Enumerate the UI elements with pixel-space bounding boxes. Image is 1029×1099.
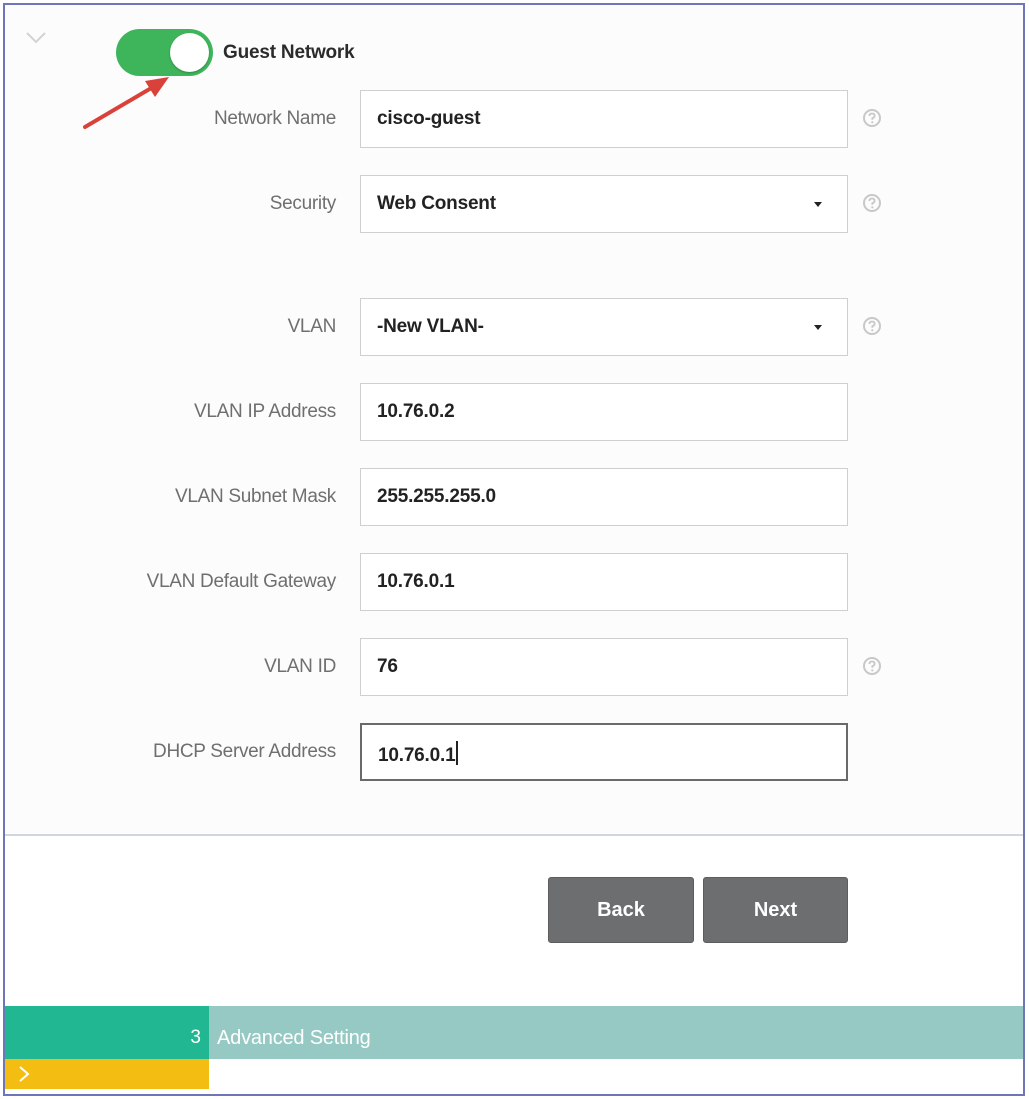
section-divider [5, 834, 1023, 836]
dropdown-caret-icon [814, 202, 822, 207]
help-icon[interactable] [862, 193, 882, 213]
guest-network-label: Guest Network [223, 42, 355, 63]
vlan-subnet-input[interactable]: 255.255.255.0 [360, 468, 848, 526]
guest-network-panel: Guest Network Network Name cisco-guest S… [5, 5, 1023, 833]
network-name-label: Network Name [213, 108, 336, 129]
vlan-id-input[interactable]: 76 [360, 638, 848, 696]
vlan-id-label: VLAN ID [264, 656, 336, 677]
vlan-ip-label: VLAN IP Address [194, 401, 336, 422]
help-icon[interactable] [862, 108, 882, 128]
help-icon[interactable] [862, 656, 882, 676]
guest-network-toggle[interactable] [116, 29, 213, 76]
security-row: Security Web Consent [5, 175, 1023, 233]
back-button[interactable]: Back [548, 877, 694, 943]
vlan-id-row: VLAN ID 76 [5, 638, 1023, 696]
next-button[interactable]: Next [703, 877, 848, 943]
network-name-row: Network Name cisco-guest [5, 90, 1023, 148]
chevron-down-icon[interactable] [25, 31, 47, 45]
dhcp-server-label: DHCP Server Address [153, 741, 336, 762]
security-label: Security [269, 193, 337, 214]
help-icon[interactable] [862, 316, 882, 336]
dhcp-server-value: 10.76.0.1 [378, 745, 456, 766]
vlan-ip-row: VLAN IP Address 10.76.0.2 [5, 383, 1023, 441]
vlan-select[interactable]: -New VLAN- [360, 298, 848, 356]
step-header-advanced-setting[interactable]: 3 Advanced Setting [5, 1006, 1023, 1059]
text-cursor [456, 741, 459, 765]
step-number-block: 3 [5, 1006, 209, 1059]
step-title: Advanced Setting [217, 1027, 371, 1049]
security-select[interactable]: Web Consent [360, 175, 848, 233]
dhcp-server-input[interactable]: 10.76.0.1 [360, 723, 848, 781]
vlan-gateway-row: VLAN Default Gateway 10.76.0.1 [5, 553, 1023, 611]
step-number: 3 [190, 1027, 201, 1048]
vlan-subnet-label: VLAN Subnet Mask [174, 486, 336, 507]
vlan-gateway-input[interactable]: 10.76.0.1 [360, 553, 848, 611]
vlan-select-value: -New VLAN- [377, 316, 484, 337]
dhcp-server-row: DHCP Server Address 10.76.0.1 [5, 723, 1023, 781]
toggle-knob [170, 33, 209, 72]
vlan-gateway-label: VLAN Default Gateway [146, 571, 337, 592]
vlan-subnet-row: VLAN Subnet Mask 255.255.255.0 [5, 468, 1023, 526]
vlan-label: VLAN [287, 316, 337, 337]
wizard-frame: Guest Network Network Name cisco-guest S… [3, 3, 1025, 1096]
dropdown-caret-icon [814, 325, 822, 330]
network-name-input[interactable]: cisco-guest [360, 90, 848, 148]
security-select-value: Web Consent [377, 193, 496, 214]
vlan-ip-input[interactable]: 10.76.0.2 [360, 383, 848, 441]
chevron-right-icon [19, 1066, 30, 1082]
vlan-row: VLAN -New VLAN- [5, 298, 1023, 356]
step-expand-tab[interactable] [5, 1059, 209, 1089]
